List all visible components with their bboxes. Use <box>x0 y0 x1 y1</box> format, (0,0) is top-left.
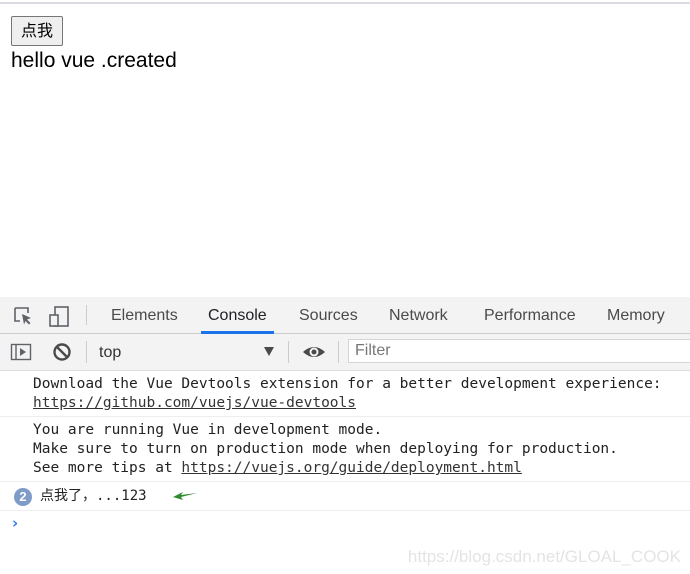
tab-elements[interactable]: Elements <box>111 297 178 333</box>
console-prompt[interactable]: › <box>0 511 690 537</box>
deployment-link[interactable]: https://vuejs.org/guide/deployment.html <box>181 460 521 476</box>
show-sidebar-icon[interactable] <box>10 341 32 363</box>
message-text: Make sure to turn on production mode whe… <box>33 441 618 457</box>
console-message: You are running Vue in development mode.… <box>0 417 690 482</box>
log-text: 点我了，...123 <box>40 488 147 504</box>
filter-input[interactable] <box>348 339 690 363</box>
toolbar-separator <box>288 341 289 363</box>
tab-console[interactable]: Console <box>201 297 274 334</box>
message-text: You are running Vue in development mode. <box>33 422 383 438</box>
tab-network[interactable]: Network <box>389 297 448 333</box>
devtools-link[interactable]: https://github.com/vuejs/vue-devtools <box>33 395 356 411</box>
context-selector[interactable]: top <box>99 334 121 371</box>
watermark: https://blog.csdn.net/GLOAL_COOK <box>407 547 681 566</box>
toolbar-separator <box>338 341 339 363</box>
clear-console-icon[interactable] <box>51 341 73 363</box>
console-message: Download the Vue Devtools extension for … <box>0 371 690 417</box>
console-message-repeated: 2 点我了，...123 <box>0 482 690 511</box>
click-me-button[interactable]: 点我 <box>11 16 64 46</box>
browser-top-border <box>0 2 690 4</box>
tab-performance[interactable]: Performance <box>484 297 576 333</box>
console-toolbar: top <box>0 334 690 371</box>
hello-message: hello vue .created <box>11 49 177 72</box>
toolbar-separator <box>86 341 87 363</box>
message-text: See more tips at <box>33 460 182 476</box>
message-text: Download the Vue Devtools extension for … <box>33 376 662 392</box>
inspect-element-icon[interactable] <box>12 305 34 327</box>
live-expression-eye-icon[interactable] <box>302 341 325 363</box>
annotation-arrow-icon <box>173 492 197 500</box>
devtools-panel: Elements Console Sources Network Perform… <box>0 297 690 574</box>
device-toolbar-icon[interactable] <box>48 305 70 327</box>
prompt-chevron-icon: › <box>12 514 19 532</box>
tab-sources[interactable]: Sources <box>299 297 358 333</box>
devtools-tab-bar: Elements Console Sources Network Perform… <box>0 297 690 334</box>
repeat-count-badge: 2 <box>14 488 32 506</box>
context-dropdown-arrow-icon[interactable] <box>264 347 274 356</box>
tab-separator <box>86 305 87 325</box>
tab-memory[interactable]: Memory <box>607 297 665 333</box>
console-output: Download the Vue Devtools extension for … <box>0 371 690 537</box>
page-content: 点我 hello vue .created <box>11 16 177 74</box>
